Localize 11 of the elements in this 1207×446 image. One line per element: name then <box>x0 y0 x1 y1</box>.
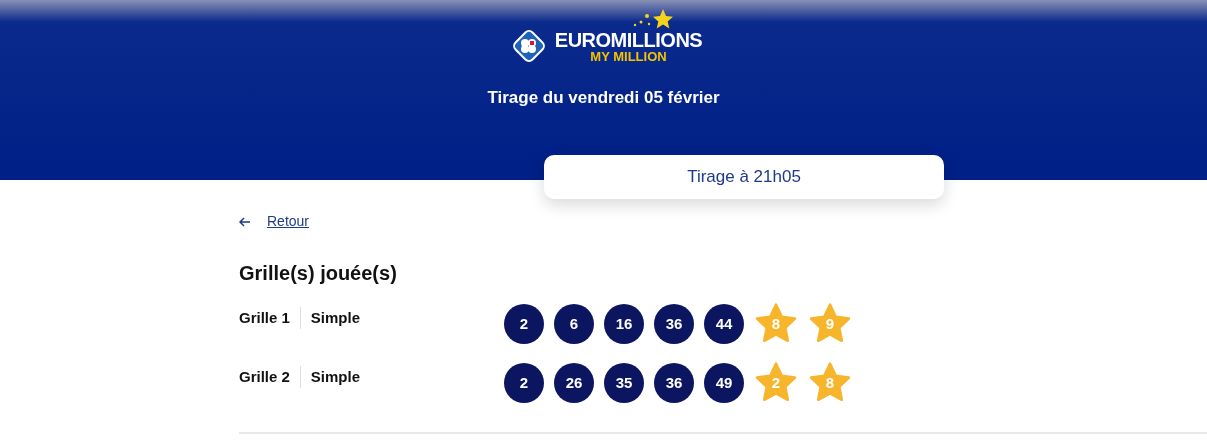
back-link[interactable]: Retour <box>267 211 310 232</box>
back-arrow-icon[interactable] <box>239 216 251 227</box>
grid-type: Simple <box>310 366 361 387</box>
section-title: Grille(s) jouée(s) <box>239 261 398 286</box>
logo-subtitle: MY MILLION <box>590 49 667 63</box>
draw-time-card: Tirage à 21h05 <box>544 155 944 199</box>
logo-brand: EUROMILLIONS <box>554 29 703 50</box>
grid-type: Simple <box>310 307 361 328</box>
draw-title: Tirage du vendredi 05 février <box>487 87 720 109</box>
grid-name: Grille 1 <box>239 307 290 328</box>
grid-name: Grille 2 <box>239 366 290 387</box>
